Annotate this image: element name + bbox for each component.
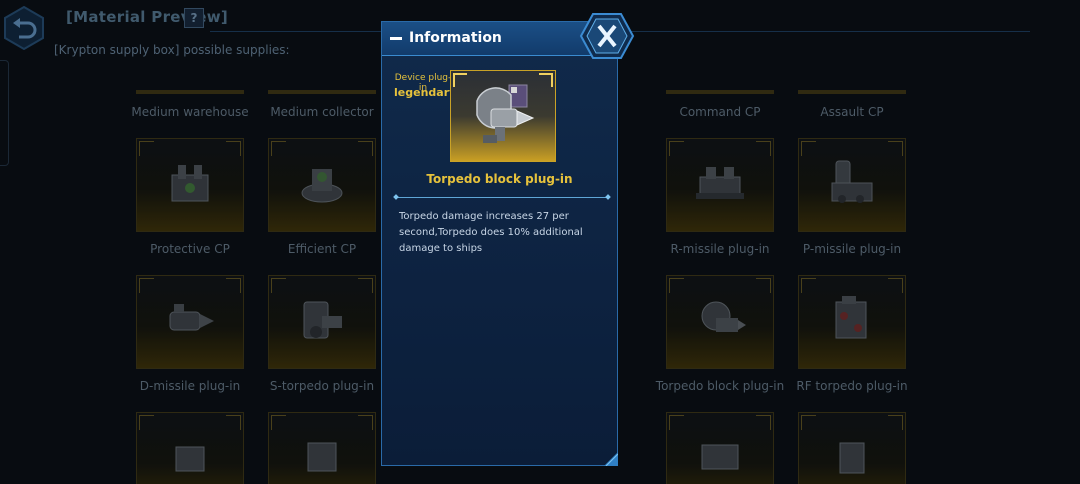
divider (396, 197, 608, 198)
game-screen: [Material Preview] ? [Krypton supply box… (0, 0, 1080, 484)
item-rarity: legendary (394, 86, 457, 99)
close-x-icon[interactable] (579, 12, 635, 60)
item-description: Torpedo damage increases 27 per second,T… (399, 211, 583, 254)
information-panel: Information Device plug-in legendary Tor… (381, 21, 618, 466)
torpedo-block-plugin-icon (476, 84, 535, 143)
minus-icon (390, 37, 402, 40)
item-preview-frame (450, 70, 556, 162)
item-name: Torpedo block plug-in (426, 172, 573, 186)
info-title: Information (409, 30, 502, 46)
corner-decoration-icon (604, 452, 618, 466)
